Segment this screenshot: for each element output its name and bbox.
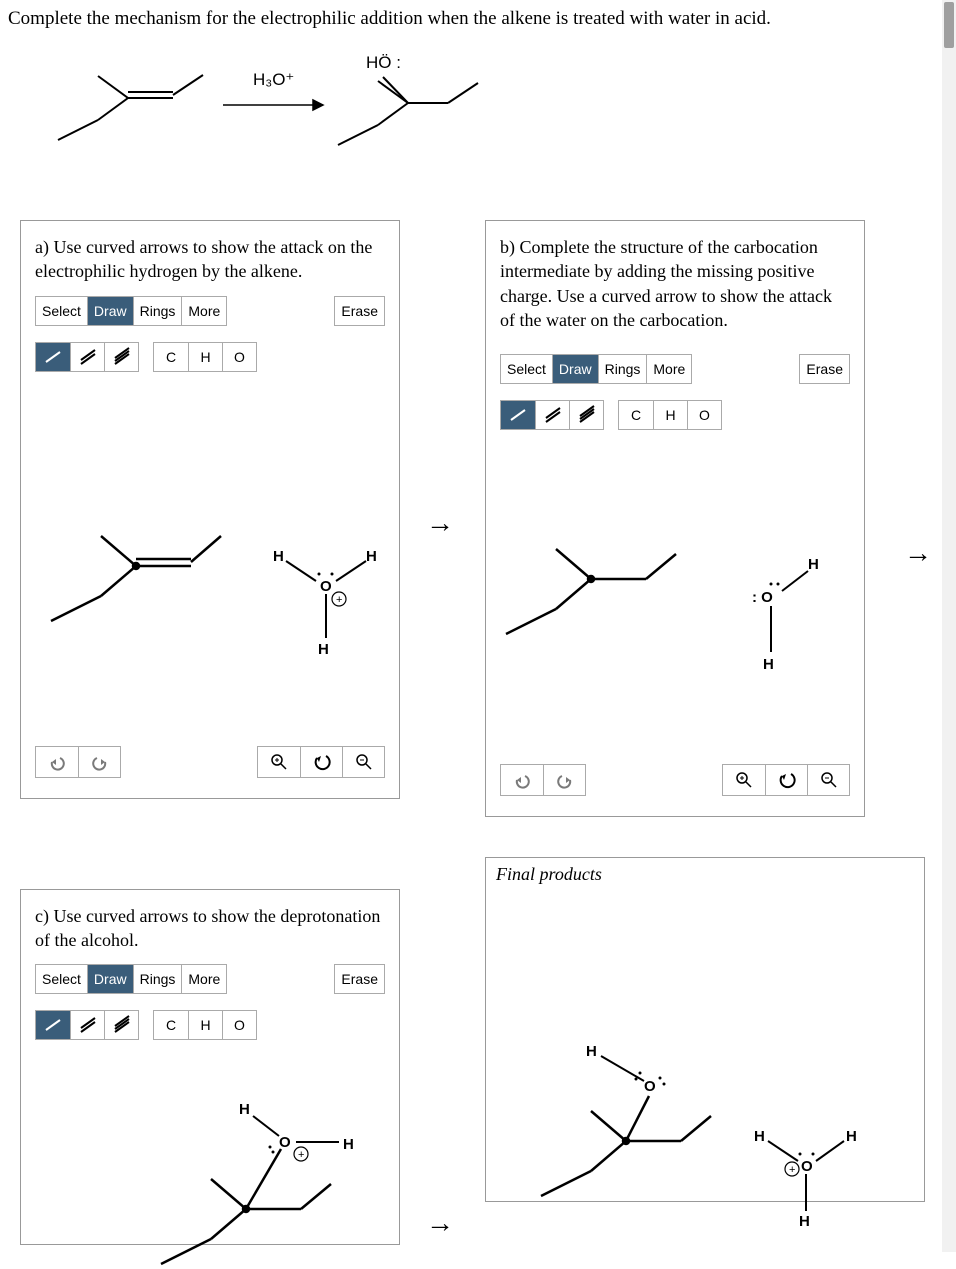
panel-c-canvas[interactable]: H H O + — [21, 1054, 399, 1244]
colon-o-label: : O — [752, 589, 773, 606]
arrow-c-to-final: → — [426, 1208, 454, 1240]
atom-h-button[interactable]: H — [188, 343, 222, 371]
panel-c: c) Use curved arrows to show the deproto… — [20, 889, 400, 1246]
h-label: H — [846, 1128, 857, 1145]
rings-button[interactable]: Rings — [598, 355, 647, 383]
panel-final: Final products — [485, 857, 925, 1202]
reagent-label: H₃O⁺ — [253, 70, 294, 89]
reaction-scheme: H₃O⁺ HÖ : — [8, 50, 948, 170]
plus-charge: + — [336, 594, 342, 606]
atom-h-button[interactable]: H — [188, 1011, 222, 1039]
more-button[interactable]: More — [646, 355, 691, 383]
final-products-title: Final products — [486, 858, 924, 891]
atom-h-button[interactable]: H — [653, 401, 687, 429]
o-label: O — [320, 578, 332, 595]
atom-o-button[interactable]: O — [222, 1011, 256, 1039]
undo-button[interactable] — [501, 765, 543, 795]
atom-o-button[interactable]: O — [687, 401, 721, 429]
single-bond-button[interactable] — [36, 1011, 70, 1039]
o-label: O — [279, 1134, 291, 1151]
o-label: O — [644, 1078, 656, 1095]
h-label: H — [318, 641, 329, 658]
h-label: H — [763, 656, 774, 673]
h-label: H — [239, 1101, 250, 1118]
h-label: H — [586, 1043, 597, 1060]
draw-button[interactable]: Draw — [87, 965, 133, 993]
plus-charge: + — [298, 1149, 304, 1161]
atom-c-button[interactable]: C — [619, 401, 653, 429]
erase-button[interactable]: Erase — [335, 965, 384, 993]
single-bond-button[interactable] — [501, 401, 535, 429]
zoom-out-button[interactable] — [342, 747, 384, 777]
double-bond-button[interactable] — [70, 343, 104, 371]
double-bond-button[interactable] — [535, 401, 569, 429]
zoom-out-button[interactable] — [807, 765, 849, 795]
panel-c-prompt: c) Use curved arrows to show the deproto… — [21, 890, 399, 965]
rings-button[interactable]: Rings — [133, 297, 182, 325]
h-label: H — [273, 548, 284, 565]
draw-button[interactable]: Draw — [552, 355, 598, 383]
o-label: O — [801, 1158, 813, 1175]
zoom-in-button[interactable] — [258, 747, 300, 777]
zoom-in-button[interactable] — [723, 765, 765, 795]
h-label: H — [808, 556, 819, 573]
redo-button[interactable] — [543, 765, 585, 795]
top-oh-label: HÖ : — [366, 53, 401, 72]
arrow-b-out: → — [904, 538, 932, 570]
h-label: H — [366, 548, 377, 565]
panel-c-toolbar-modes: Select Draw Rings More Erase — [21, 964, 399, 1004]
panel-b-canvas[interactable]: H H : O — [486, 444, 864, 764]
panel-a-toolbar-modes: Select Draw Rings More Erase — [21, 296, 399, 336]
panel-a-prompt: a) Use curved arrows to show the attack … — [21, 221, 399, 296]
erase-button[interactable]: Erase — [800, 355, 849, 383]
zoom-reset-button[interactable] — [300, 747, 342, 777]
undo-button[interactable] — [36, 747, 78, 777]
atom-c-button[interactable]: C — [154, 1011, 188, 1039]
more-button[interactable]: More — [181, 965, 226, 993]
panel-a-toolbar-bonds: C H O — [21, 336, 399, 386]
zoom-reset-button[interactable] — [765, 765, 807, 795]
panel-a-canvas[interactable]: H H H O + — [21, 386, 399, 746]
double-bond-button[interactable] — [70, 1011, 104, 1039]
h-label: H — [754, 1128, 765, 1145]
scrollbar-thumb[interactable] — [944, 2, 954, 48]
h-label: H — [799, 1213, 810, 1230]
select-button[interactable]: Select — [36, 297, 87, 325]
rings-button[interactable]: Rings — [133, 965, 182, 993]
draw-button[interactable]: Draw — [87, 297, 133, 325]
erase-button[interactable]: Erase — [335, 297, 384, 325]
h-label: H — [343, 1136, 354, 1153]
final-canvas: H O H H H O — [486, 891, 924, 1201]
atom-c-button[interactable]: C — [154, 343, 188, 371]
panel-b-toolbar-modes: Select Draw Rings More Erase — [486, 354, 864, 394]
single-bond-button[interactable] — [36, 343, 70, 371]
triple-bond-button[interactable] — [104, 1011, 138, 1039]
triple-bond-button[interactable] — [104, 343, 138, 371]
question-text: Complete the mechanism for the electroph… — [8, 8, 948, 30]
vertical-scrollbar[interactable] — [942, 0, 956, 1252]
panel-b-prompt: b) Complete the structure of the carboca… — [486, 221, 864, 354]
select-button[interactable]: Select — [36, 965, 87, 993]
panel-b-toolbar-bonds: C H O — [486, 394, 864, 444]
panel-c-toolbar-bonds: C H O — [21, 1004, 399, 1054]
redo-button[interactable] — [78, 747, 120, 777]
select-button[interactable]: Select — [501, 355, 552, 383]
atom-o-button[interactable]: O — [222, 343, 256, 371]
more-button[interactable]: More — [181, 297, 226, 325]
panel-a: a) Use curved arrows to show the attack … — [20, 220, 400, 799]
arrow-a-to-b: → — [426, 508, 454, 540]
panel-b: b) Complete the structure of the carboca… — [485, 220, 865, 817]
plus-charge: + — [789, 1164, 795, 1176]
triple-bond-button[interactable] — [569, 401, 603, 429]
